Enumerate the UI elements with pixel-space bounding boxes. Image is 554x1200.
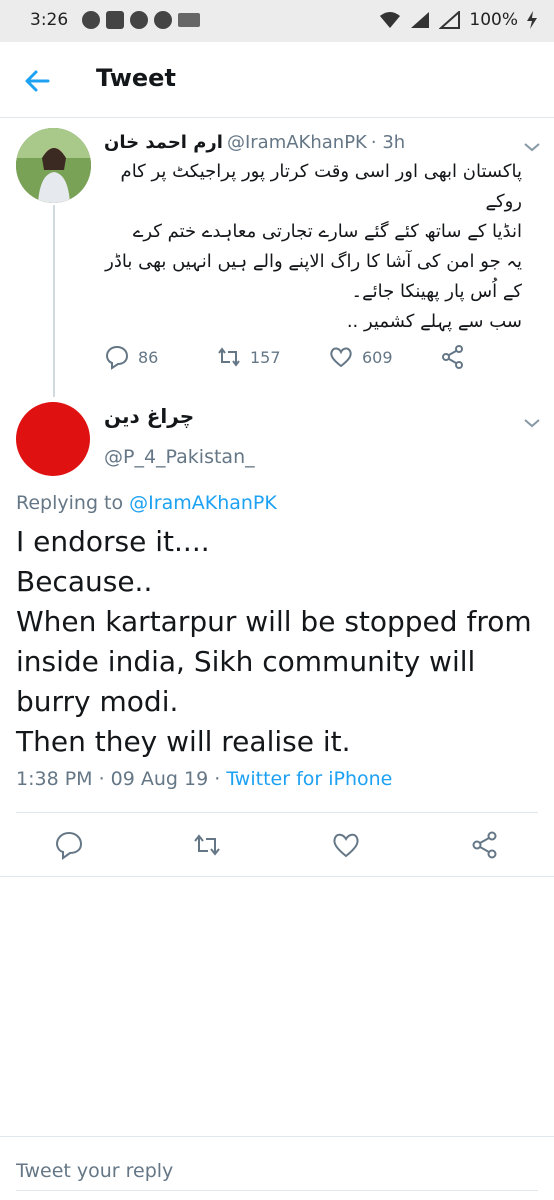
author-name[interactable]: ارم احمد خان: [104, 132, 223, 153]
tweet-line: inside india, Sikh community will: [16, 645, 476, 678]
chrome-icon: [130, 11, 148, 29]
divider: [0, 1136, 554, 1137]
client-link[interactable]: Twitter for iPhone: [226, 768, 392, 790]
divider: [0, 876, 554, 877]
page-title: Tweet: [96, 64, 176, 92]
replying-to: Replying to @IramAKhanPK: [16, 492, 277, 514]
reply-button[interactable]: [54, 830, 84, 860]
tweet-timestamp: 1:38 PM · 09 Aug 19 ·: [16, 768, 221, 790]
back-button[interactable]: [20, 64, 54, 98]
reply-tweet-text: I endorse it.... Because.. When kartarpu…: [16, 522, 546, 762]
signal-icon: [439, 11, 461, 29]
share-icon: [442, 345, 463, 369]
back-arrow-icon: [25, 70, 50, 92]
app-header: Tweet: [0, 42, 554, 118]
message-icon: [82, 11, 100, 29]
tweet-line: Because..: [16, 565, 153, 598]
retweet-button[interactable]: [192, 830, 222, 860]
tweet-line: burry modi.: [16, 685, 179, 718]
status-time: 3:26: [30, 10, 69, 30]
tweet-time: · 3h: [370, 132, 406, 153]
retweet-icon: [218, 347, 240, 367]
avatar[interactable]: [16, 402, 90, 476]
reply-button[interactable]: 86: [104, 344, 158, 370]
replying-prefix: Replying to: [16, 492, 124, 514]
tweet-line: When kartarpur will be stopped from: [16, 605, 532, 638]
tweet-line: یہ جو امن کی آشا کا راگ الاپنے والے ہیں …: [105, 251, 522, 302]
parent-tweet-actions: 86 157 609: [104, 344, 524, 374]
tweet-line: I endorse it....: [16, 525, 210, 558]
amazon-icon: [178, 13, 200, 27]
reply-tweet-actions: [0, 826, 554, 866]
reply-input[interactable]: [16, 1154, 536, 1188]
profile-photo: [16, 128, 91, 203]
author-handle[interactable]: @IramAKhanPK: [227, 132, 367, 153]
parent-tweet-author: ارم احمد خان @IramAKhanPK · 3h: [104, 132, 514, 153]
mention-link[interactable]: @IramAKhanPK: [129, 492, 277, 514]
tweet-line: سب سے پہلے کشمیر ..: [346, 311, 522, 332]
chrome-icon: [154, 11, 172, 29]
avatar[interactable]: [16, 128, 91, 203]
share-button[interactable]: [440, 344, 466, 370]
signal-icon: [411, 12, 430, 28]
share-button[interactable]: [470, 830, 500, 860]
wifi-icon: [380, 12, 401, 28]
tweet-metadata: 1:38 PM · 09 Aug 19 · Twitter for iPhone: [16, 768, 392, 790]
author-handle[interactable]: @P_4_Pakistan_: [104, 446, 255, 468]
system-icons: 100%: [379, 10, 538, 30]
heart-icon: [333, 833, 359, 858]
retweet-icon: [194, 834, 220, 856]
retweet-count: 157: [250, 347, 281, 367]
parent-tweet-text: پاکستان ابھی اور اسی وقت کرتار پور پراجی…: [100, 157, 522, 337]
status-bar: 3:26 100%: [0, 0, 554, 42]
share-icon: [472, 831, 497, 859]
tweet-line: Then they will realise it.: [16, 725, 351, 758]
linkedin-icon: [106, 11, 124, 29]
divider: [16, 812, 538, 813]
tweet-line: پاکستان ابھی اور اسی وقت کرتار پور پراجی…: [120, 161, 522, 212]
battery-charging-icon: [527, 11, 537, 29]
heart-icon: [330, 347, 352, 368]
reply-icon: [55, 831, 83, 860]
notification-icons: [82, 11, 200, 29]
like-button[interactable]: 609: [328, 344, 393, 370]
retweet-button[interactable]: 157: [216, 344, 281, 370]
like-count: 609: [362, 347, 393, 367]
like-button[interactable]: [331, 830, 361, 860]
thread-connector: [53, 205, 55, 397]
chevron-down-icon[interactable]: [522, 416, 542, 430]
tweet-line: انڈیا کے ساتھ کئے گئے سارے تجارتی معاہدے…: [132, 221, 522, 242]
reply-count: 86: [138, 347, 159, 367]
battery-level: 100%: [469, 10, 518, 30]
author-name[interactable]: چراغ دین: [104, 404, 304, 428]
input-underline: [16, 1190, 538, 1191]
reply-icon: [105, 345, 129, 370]
chevron-down-icon[interactable]: [522, 140, 542, 154]
